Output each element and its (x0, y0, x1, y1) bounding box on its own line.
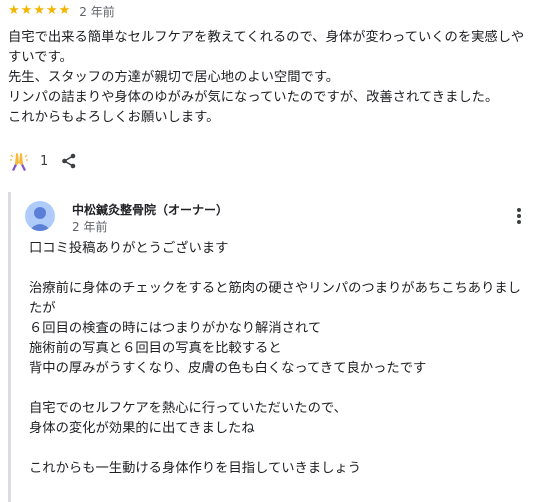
owner-reply: 中松鍼灸整骨院（オーナー） 2 年前 口コミ投稿ありがとうございます 治療前に身… (8, 192, 537, 502)
reply-time: 2 年前 (72, 220, 108, 234)
star-icon: ★ (8, 3, 20, 18)
star-icon: ★ (45, 3, 58, 18)
clapping-hands-icon[interactable] (8, 150, 30, 172)
owner-name: 中松鍼灸整骨院（オーナー） (72, 203, 229, 217)
star-icon: ★ (20, 3, 33, 18)
star-icon: ★ (33, 3, 45, 18)
more-vert-icon[interactable] (511, 206, 527, 226)
review-actions: 1 (8, 150, 78, 172)
review-meta: ★ ★ ★ ★ ★ 2 年前 (8, 2, 115, 20)
avatar (25, 201, 55, 231)
star-rating: ★ ★ ★ ★ ★ (8, 4, 70, 18)
star-icon: ★ (58, 3, 71, 18)
share-icon[interactable] (60, 152, 78, 170)
review-time: 2 年前 (79, 4, 115, 19)
review-text: 自宅で出来る簡単なセルフケアを教えてくれるので、身体が変わっていくのを実感しやす… (8, 30, 525, 125)
like-count: 1 (40, 153, 49, 169)
reply-text: 口コミ投稿ありがとうございます 治療前に身体のチェックをすると筋肉の硬さやリンパ… (29, 241, 521, 476)
